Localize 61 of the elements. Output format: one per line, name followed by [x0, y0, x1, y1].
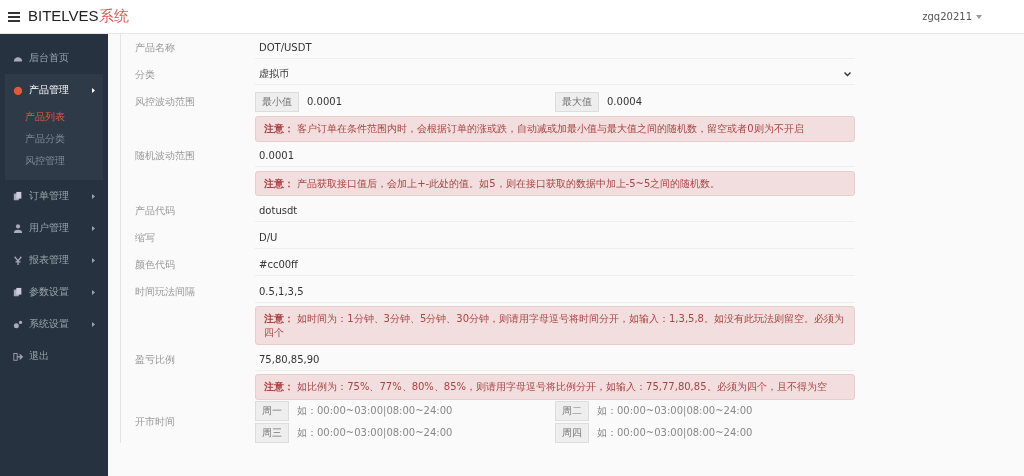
input-addon: 周四 — [555, 422, 589, 443]
sidebar-item[interactable]: 退出 — [5, 340, 103, 372]
category-select[interactable]: 虚拟币 — [255, 64, 855, 85]
time-field[interactable]: 如：00:00~03:00|08:00~24:00 — [289, 400, 555, 421]
text-field[interactable]: 0.0001 — [255, 145, 855, 167]
time-field[interactable]: 如：00:00~03:00|08:00~24:00 — [589, 422, 855, 443]
text-field[interactable]: DOT/USDT — [255, 36, 855, 59]
input-addon: 最大值 — [555, 91, 599, 112]
field-label: 颜色代码 — [135, 257, 176, 272]
input-addon: 周一 — [255, 400, 289, 421]
field-label: 产品名称 — [135, 40, 176, 55]
field-label: 风控波动范围 — [135, 94, 196, 109]
user-icon — [13, 222, 23, 234]
menu-icon[interactable] — [8, 11, 20, 22]
chevron-down-icon — [844, 71, 851, 77]
yen-icon — [13, 254, 23, 266]
text-field[interactable]: 0.5,1,3,5 — [255, 280, 855, 303]
text-field[interactable]: 75,80,85,90 — [255, 348, 855, 371]
caret-icon — [92, 193, 95, 199]
time-field[interactable]: 如：00:00~03:00|08:00~24:00 — [289, 422, 555, 443]
warning-note: 注意： 客户订单在条件范围内时，会根据订单的涨或跌，自动减或加最小值与最大值之间的随机数，留空或者0则为不开启 — [255, 116, 855, 142]
field-label: 盈亏比例 — [135, 352, 176, 367]
field-label: 开市时间 — [135, 414, 176, 429]
logout-icon — [13, 350, 23, 362]
warning-note: 注意： 产品获取接口值后，会加上+-此处的值。如5，则在接口获取的数据中加上-5~5之间的随机数。 — [255, 170, 855, 196]
text-field[interactable]: D/U — [255, 226, 855, 249]
field-label: 分类 — [135, 67, 156, 82]
text-field[interactable]: #cc00ff — [255, 253, 855, 276]
sidebar-item[interactable]: 产品管理 — [5, 74, 103, 106]
input-addon: 周二 — [555, 400, 589, 421]
caret-icon — [92, 321, 95, 327]
caret-icon — [92, 225, 95, 231]
sidebar-subitem[interactable]: 风控管理 — [5, 150, 103, 172]
text-field[interactable]: 0.0001 — [299, 91, 555, 112]
app-title: BITELVES系统 — [28, 7, 129, 26]
warning-note: 注意： 如比例为：75%、77%、80%、85%，则请用字母逗号将比例分开，如输入：75,77,80,85。必须为四个，且不得为空 — [255, 374, 855, 400]
field-label: 产品代码 — [135, 203, 176, 218]
sidebar-item[interactable]: 系统设置 — [5, 308, 103, 340]
field-label: 时间玩法间隔 — [135, 284, 196, 299]
field-label: 缩写 — [135, 230, 156, 245]
sidebar-item[interactable]: 后台首页 — [5, 42, 103, 74]
caret-icon — [92, 289, 95, 295]
sidebar-item[interactable]: 报表管理 — [5, 244, 103, 276]
user-menu[interactable]: zgq20211 — [916, 10, 988, 23]
copy-icon — [13, 190, 23, 202]
caret-icon — [92, 257, 95, 263]
sidebar-subitem[interactable]: 产品分类 — [5, 128, 103, 150]
text-field[interactable]: dotusdt — [255, 199, 855, 222]
copy-icon — [13, 286, 23, 298]
time-field[interactable]: 如：00:00~03:00|08:00~24:00 — [589, 400, 855, 421]
sidebar-item[interactable]: 订单管理 — [5, 180, 103, 212]
caret-icon — [92, 87, 95, 93]
sidebar-item[interactable]: 参数设置 — [5, 276, 103, 308]
input-addon: 周三 — [255, 422, 289, 443]
warning-note: 注意： 如时间为：1分钟、3分钟、5分钟、30分钟，则请用字母逗号将时间分开，如输入：1,3,5,8。如没有此玩法则留空。必须为四个 — [255, 306, 855, 345]
sidebar-item[interactable]: 用户管理 — [5, 212, 103, 244]
text-field[interactable]: 0.0004 — [599, 91, 855, 112]
input-addon: 最小值 — [255, 91, 299, 112]
caret-icon — [976, 14, 982, 19]
sidebar-subitem[interactable]: 产品列表 — [5, 106, 103, 128]
field-label: 随机波动范围 — [135, 149, 196, 163]
